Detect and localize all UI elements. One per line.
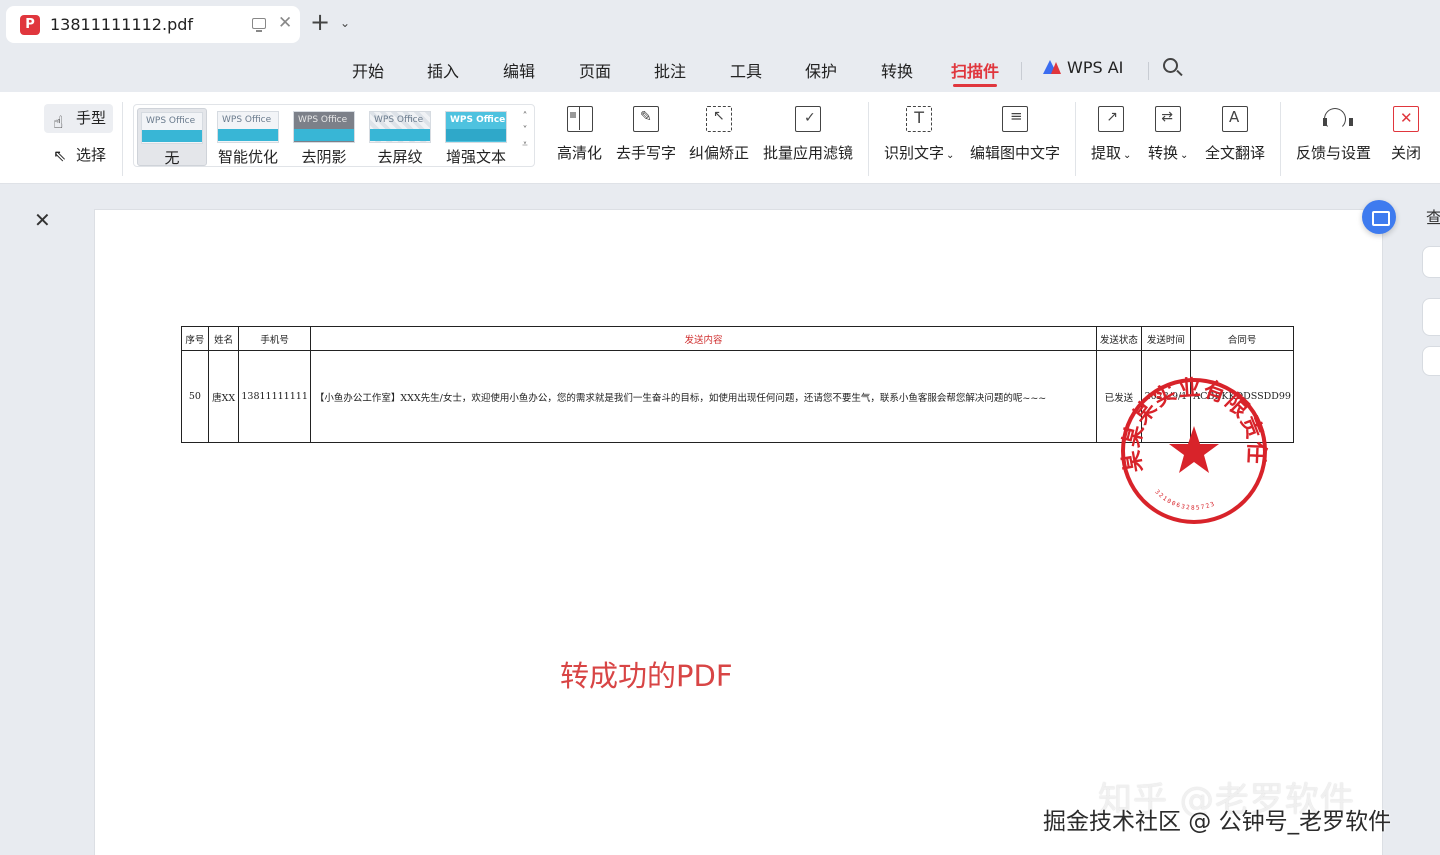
ribbon-divider — [1075, 102, 1076, 176]
batch-filter-icon — [795, 106, 821, 132]
close-tab-icon[interactable]: ✕ — [278, 13, 292, 33]
right-panel-handle[interactable] — [1422, 298, 1440, 336]
right-panel-handle[interactable] — [1422, 246, 1440, 278]
close-panel-icon[interactable]: ✕ — [34, 208, 51, 232]
translate-icon — [1222, 106, 1248, 132]
table-cell: 50 — [181, 350, 209, 443]
hand-icon: ☝ — [53, 113, 64, 133]
select-label: 选择 — [76, 146, 107, 164]
new-tab-button[interactable]: + — [310, 8, 330, 36]
filter-thumbnail: WPS Office — [217, 111, 279, 143]
filter-thumbnail: WPS Office — [293, 111, 355, 143]
cursor-icon: ⇖ — [53, 146, 67, 165]
extract-icon — [1098, 106, 1125, 132]
menu-comment[interactable]: 批注 — [654, 58, 686, 82]
menu-page[interactable]: 页面 — [579, 58, 611, 82]
caption-text: 转成功的PDF — [560, 659, 733, 693]
ocr-button[interactable]: 识别文字⌄ — [884, 106, 954, 163]
filter-none[interactable]: WPS Office 无 — [137, 108, 207, 167]
menu-bar: 开始 插入 编辑 页面 批注 工具 保护 转换 扫描件 WPS AI — [0, 48, 1440, 92]
filter-label: 无 — [164, 149, 180, 167]
table-header: 序号 — [181, 326, 209, 351]
screen-mode-icon[interactable] — [252, 18, 266, 32]
table-header: 发送时间 — [1140, 326, 1192, 351]
translate-button[interactable]: 全文翻译 — [1205, 106, 1265, 163]
table-header: 姓名 — [207, 326, 240, 351]
seal-star-icon — [1169, 426, 1219, 473]
remove-handwriting-button[interactable]: 去手写字 — [616, 106, 676, 163]
title-bar: P 13811111112.pdf ✕ + ⌄ — [0, 0, 1440, 48]
chevron-down-icon[interactable]: ⌄ — [340, 16, 350, 30]
table-cell: 【小鱼办公工作室】XXX先生/女士，欢迎使用小鱼办公，您的需求就是我们一生奋斗的… — [309, 350, 1098, 443]
table-cell: 13811111111 — [238, 350, 311, 443]
handwriting-icon — [633, 106, 659, 132]
filter-thumbnail: WPS Office — [141, 112, 203, 144]
table-header: 发送状态 — [1096, 326, 1142, 351]
headset-icon — [1321, 106, 1353, 132]
table-header: 合同号 — [1190, 326, 1294, 351]
wps-ai-button[interactable]: WPS AI — [1043, 58, 1123, 77]
convert-button[interactable]: 转换⌄ — [1148, 106, 1188, 163]
hd-icon — [566, 106, 593, 132]
juejin-watermark: 掘金技术社区 @ 公钟号_老罗软件 — [1043, 809, 1392, 835]
menu-divider — [1148, 62, 1149, 80]
pdf-file-icon: P — [20, 15, 40, 35]
extract-button[interactable]: 提取⌄ — [1091, 106, 1131, 163]
floating-translate-button[interactable] — [1362, 200, 1396, 234]
menu-divider — [1021, 62, 1022, 80]
filter-gallery: WPS Office 无 WPS Office 智能优化 WPS Office … — [133, 104, 535, 167]
filter-label: 去屏纹 — [377, 148, 423, 166]
ribbon-divider — [868, 102, 869, 176]
hand-label: 手型 — [76, 109, 107, 127]
ribbon-divider — [122, 102, 123, 176]
filter-thumbnail: WPS Office — [445, 111, 507, 143]
hand-tool-button[interactable]: ☝ 手型 — [44, 104, 113, 133]
deskew-icon — [706, 106, 732, 132]
hd-button[interactable]: 高清化 — [557, 106, 602, 163]
wps-ai-logo-icon — [1043, 60, 1061, 74]
menu-protect[interactable]: 保护 — [805, 58, 837, 82]
edit-image-text-button[interactable]: 编辑图中文字 — [970, 106, 1060, 163]
gallery-scroll-arrows[interactable]: ˄ ˅ ⩡ — [519, 110, 531, 152]
table-header: 手机号 — [238, 326, 311, 351]
right-panel-label[interactable]: 查 — [1426, 204, 1440, 228]
batch-filter-button[interactable]: 批量应用滤镜 — [763, 106, 853, 163]
menu-start[interactable]: 开始 — [352, 58, 384, 82]
filter-label: 去阴影 — [301, 148, 347, 166]
filter-thumbnail: WPS Office — [369, 111, 431, 143]
edit-image-icon — [1002, 106, 1028, 132]
filter-label: 增强文本 — [445, 148, 506, 166]
filter-label: 智能优化 — [217, 148, 278, 166]
close-scan-button[interactable]: 关闭 — [1391, 106, 1421, 163]
menu-convert[interactable]: 转换 — [881, 58, 913, 82]
table-header-row: 序号 姓名 手机号 发送内容 发送状态 发送时间 合同号 — [181, 326, 1294, 351]
deskew-button[interactable]: 纠偏矫正 — [689, 106, 749, 163]
tab-title: 13811111112.pdf — [50, 15, 194, 34]
menu-insert[interactable]: 插入 — [427, 58, 459, 82]
filter-enhance-text[interactable]: WPS Office 增强文本 — [441, 108, 511, 166]
feedback-settings-button[interactable]: 反馈与设置 — [1296, 106, 1371, 163]
ribbon-toolbar: ☝ 手型 ⇖ 选择 WPS Office 无 WPS Office 智能优化 W… — [0, 92, 1440, 184]
filter-smart-optimize[interactable]: WPS Office 智能优化 — [213, 108, 283, 166]
table-cell: 唐XX — [207, 350, 240, 443]
ocr-icon — [906, 106, 933, 132]
select-tool-button[interactable]: ⇖ 选择 — [44, 142, 113, 168]
document-tab[interactable]: P 13811111112.pdf ✕ — [6, 6, 300, 43]
menu-tools[interactable]: 工具 — [730, 58, 762, 82]
menu-edit[interactable]: 编辑 — [503, 58, 535, 82]
right-panel-handle[interactable] — [1422, 346, 1440, 376]
document-workspace[interactable]: ✕ 序号 姓名 手机号 发送内容 发送状态 发送时间 合同号 50 唐XX 13… — [0, 184, 1440, 855]
close-icon — [1393, 106, 1419, 132]
search-icon[interactable] — [1163, 58, 1178, 73]
filter-remove-moire[interactable]: WPS Office 去屏纹 — [365, 108, 435, 166]
company-seal: 某某某实业有限责任公司 3210063285723 — [1117, 374, 1268, 524]
seal-number: 3210063285723 — [1153, 489, 1216, 512]
filter-remove-shadow[interactable]: WPS Office 去阴影 — [289, 108, 359, 166]
ribbon-divider — [1280, 102, 1281, 176]
menu-scan[interactable]: 扫描件 — [951, 58, 999, 87]
pdf-page: 序号 姓名 手机号 发送内容 发送状态 发送时间 合同号 50 唐XX 1381… — [94, 209, 1383, 855]
table-header: 发送内容 — [309, 326, 1098, 351]
convert-icon — [1155, 106, 1182, 132]
wps-ai-label: WPS AI — [1067, 58, 1124, 77]
